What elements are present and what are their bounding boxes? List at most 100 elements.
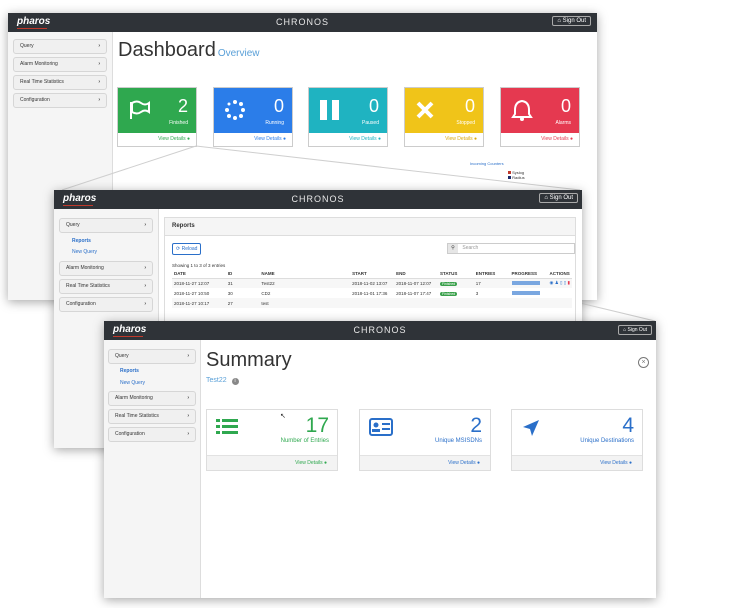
chevron-right-icon: › (187, 413, 189, 419)
column-header[interactable]: ID (226, 269, 260, 278)
refresh-icon: ⟳ (176, 246, 181, 252)
column-header[interactable]: PROGRESS (510, 269, 548, 278)
sidebar-item-alarm-monitoring[interactable]: Alarm Monitoring › (13, 57, 107, 72)
chevron-right-icon: › (98, 97, 100, 103)
sidebar-item-query[interactable]: Query › (13, 39, 107, 54)
sidebar-item-configuration[interactable]: Configuration › (108, 427, 196, 442)
file-icon[interactable]: ▯ (560, 280, 562, 285)
column-header[interactable]: START (350, 269, 394, 278)
chevron-right-icon: › (144, 301, 146, 307)
summary-card-entries: 17 Number of Entries View Details ● (206, 409, 338, 471)
column-header[interactable]: ACTIONS (548, 269, 573, 278)
table-row[interactable]: 2018-11-27 12:07 31 Test22 2018-11-02 13… (172, 278, 572, 288)
table-row[interactable]: 2018-11-27 10:17 27 test (172, 298, 572, 308)
chevron-right-icon: › (187, 395, 189, 401)
view-details-link[interactable]: View Details ● (512, 455, 642, 470)
view-details-link[interactable]: View Details ● (309, 133, 387, 146)
bell-icon (511, 99, 533, 121)
flag-icon (130, 100, 150, 119)
column-header[interactable]: DATE (172, 269, 226, 278)
tile-running: 0 Running View Details ● (213, 87, 293, 147)
sidebar: Query › Reports New Query Alarm Monitorin… (104, 340, 201, 598)
sidebar-item-configuration[interactable]: Configuration › (59, 297, 153, 312)
pause-icon (320, 100, 339, 120)
report-name: Test22 i (206, 377, 239, 385)
chevron-right-icon: › (98, 43, 100, 49)
sign-out-button[interactable]: ⌂ Sign Out (539, 193, 578, 203)
mouse-cursor: ↖ (280, 413, 286, 420)
progress-bar (511, 291, 540, 295)
sidebar-subitem-reports[interactable]: Reports (72, 238, 158, 244)
search-icon: ⚲ (448, 244, 458, 253)
chevron-right-icon: › (98, 79, 100, 85)
sidebar-item-real-time-statistics[interactable]: Real Time Statistics › (108, 409, 196, 424)
legend-item: Radius (508, 175, 525, 180)
panel-header: Reports (165, 218, 575, 236)
column-header[interactable]: END (394, 269, 438, 278)
info-icon[interactable]: i (231, 378, 239, 385)
sidebar-item-query[interactable]: Query › (59, 218, 153, 233)
chevron-right-icon: › (144, 283, 146, 289)
column-header[interactable]: STATUS (438, 269, 474, 278)
sidebar-item-real-time-statistics[interactable]: Real Time Statistics › (59, 279, 153, 294)
view-icon[interactable]: ◉ (550, 280, 554, 285)
view-details-link[interactable]: View Details ● (501, 133, 579, 146)
sidebar-subitem-new-query[interactable]: New Query (72, 249, 158, 255)
column-header[interactable]: ENTRIES (474, 269, 510, 278)
incoming-counters-label: Incoming Counters (470, 161, 504, 166)
trash-icon[interactable]: ▮ (568, 280, 570, 285)
sidebar-item-alarm-monitoring[interactable]: Alarm Monitoring › (108, 391, 196, 406)
page-title: Summary (206, 349, 292, 371)
tile-finished: 2 Finished View Details ● (117, 87, 197, 147)
page-title: Dashboard Overview (118, 39, 260, 61)
spinner-icon (225, 100, 245, 120)
close-icon (416, 101, 434, 119)
summary-card-destinations: 4 Unique Destinations View Details ● (511, 409, 643, 471)
view-details-link[interactable]: View Details ● (360, 455, 490, 470)
chevron-right-icon: › (144, 222, 146, 228)
app-title: CHRONOS (291, 194, 345, 204)
list-icon (216, 419, 238, 434)
chart-legend: Syslog Radius (508, 170, 525, 180)
view-details-link[interactable]: View Details ● (405, 133, 483, 146)
tile-stopped: 0 Stopped View Details ● (404, 87, 484, 147)
top-navbar: pharos CHRONOS ⌂ Sign Out (104, 321, 656, 340)
chevron-right-icon: › (187, 431, 189, 437)
sidebar-item-alarm-monitoring[interactable]: Alarm Monitoring › (59, 261, 153, 276)
sign-out-button[interactable]: ⌂ Sign Out (618, 325, 652, 335)
search-box[interactable]: ⚲ Search (447, 243, 575, 254)
app-title: CHRONOS (275, 17, 329, 27)
summary-card-msisdns: 2 Unique MSISDNs View Details ● (359, 409, 491, 471)
progress-bar (511, 281, 540, 286)
copy-icon[interactable]: ▯ (564, 280, 566, 285)
page-subtitle: Overview (217, 48, 260, 59)
view-details-link[interactable]: View Details ● (214, 133, 292, 146)
location-arrow-icon (523, 420, 539, 436)
home-icon: ⌂ (544, 195, 548, 201)
reports-table: DATE ID NAME START END STATUS ENTRIES PR… (172, 269, 572, 308)
sidebar-item-real-time-statistics[interactable]: Real Time Statistics › (13, 75, 107, 90)
user-icon[interactable]: ♟ (555, 280, 559, 285)
sign-out-button[interactable]: ⌂ Sign Out (552, 16, 591, 26)
column-header[interactable]: NAME (259, 269, 350, 278)
chevron-right-icon: › (144, 265, 146, 271)
close-icon[interactable]: × (638, 357, 649, 368)
view-details-link[interactable]: View Details ● (207, 455, 337, 470)
table-row[interactable]: 2018-11-27 10:50 30 CD2 2018-11-01 17:36… (172, 288, 572, 298)
summary-window: pharos CHRONOS ⌂ Sign Out Query › Reports… (104, 321, 656, 598)
tile-paused: 0 Paused View Details ● (308, 87, 388, 147)
app-title: CHRONOS (353, 325, 407, 335)
reload-button[interactable]: ⟳ Reload (172, 243, 202, 255)
id-card-icon (369, 418, 393, 436)
sidebar-item-query[interactable]: Query › (108, 349, 196, 364)
home-icon: ⌂ (623, 327, 627, 333)
sidebar-subitem-reports[interactable]: Reports (120, 368, 200, 374)
home-icon: ⌂ (557, 18, 561, 24)
status-badge: Finished (439, 281, 458, 286)
entries-info: Showing 1 to 3 of 3 entries (172, 263, 226, 268)
sidebar-item-configuration[interactable]: Configuration › (13, 93, 107, 108)
panel-title: Reports (172, 223, 195, 229)
view-details-link[interactable]: View Details ● (118, 133, 196, 146)
search-placeholder: Search (462, 245, 479, 251)
sidebar-subitem-new-query[interactable]: New Query (120, 380, 200, 386)
